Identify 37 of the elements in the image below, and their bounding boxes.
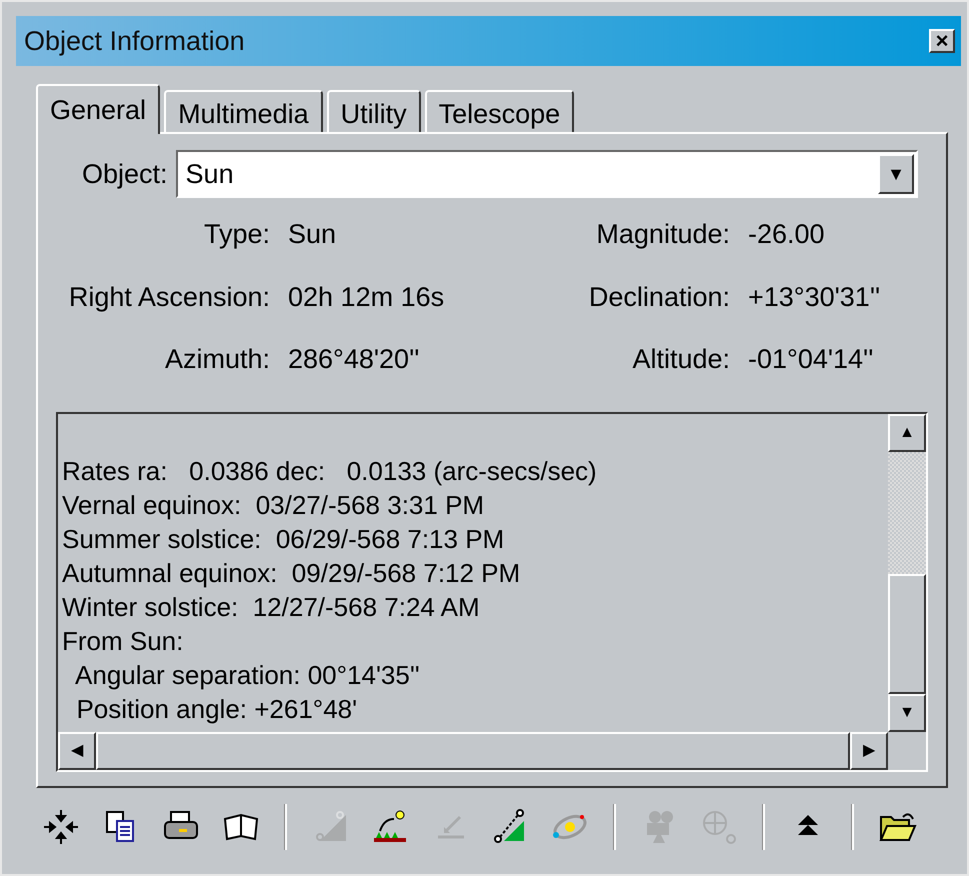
property-label: Azimuth: bbox=[164, 343, 271, 376]
property-label: Declination: bbox=[588, 280, 731, 314]
tab[interactable]: Telescope bbox=[424, 90, 574, 132]
object-label: Object: bbox=[82, 158, 168, 191]
property-value: 02h 12m 16s bbox=[288, 280, 446, 314]
property-label: Magnitude: bbox=[595, 218, 731, 251]
details-line: Vernal equinox: 03/27/-568 3:31 PM bbox=[62, 488, 486, 522]
center-icon bbox=[41, 807, 81, 847]
scroll-right-button[interactable]: ▶ bbox=[850, 732, 888, 770]
horizontal-scrollbar[interactable]: ◀ ▶ bbox=[58, 732, 888, 770]
details-line: Winter solstice: 12/27/-568 7:24 AM bbox=[62, 590, 481, 624]
tab[interactable]: General bbox=[36, 84, 160, 134]
property-label: Altitude: bbox=[631, 343, 731, 376]
object-dropdown[interactable]: Sun ▼ bbox=[176, 150, 918, 198]
property-label: Right Ascension: bbox=[68, 280, 271, 314]
tab[interactable]: Multimedia bbox=[164, 90, 323, 132]
scroll-left-button[interactable]: ◀ bbox=[58, 732, 96, 770]
property-value: Sun bbox=[288, 218, 338, 251]
scroll-up-button[interactable]: ▲ bbox=[888, 414, 926, 452]
window-title: Object Information bbox=[24, 24, 245, 58]
property-value: +13°30'31'' bbox=[748, 280, 882, 314]
details-line: Position angle: +261°48' bbox=[75, 692, 358, 726]
property-label: Type: bbox=[202, 218, 271, 251]
details-line: Autumnal equinox: 09/29/-568 7:12 PM bbox=[62, 556, 522, 590]
scroll-down-button[interactable]: ▼ bbox=[888, 694, 926, 732]
vertical-scrollbar[interactable]: ▲ ▼ bbox=[888, 414, 926, 732]
scroll-thumb[interactable] bbox=[888, 574, 926, 694]
details-line: Summer solstice: 06/29/-568 7:13 PM bbox=[62, 522, 506, 556]
dropdown-button[interactable]: ▼ bbox=[878, 154, 914, 194]
close-button[interactable]: × bbox=[929, 29, 955, 53]
details-line: From Sun: bbox=[62, 624, 184, 658]
details-line: Rates ra: 0.0386 dec: 0.0133 (arc-secs/sec) bbox=[62, 454, 598, 488]
property-value: -26.00 bbox=[748, 218, 826, 251]
property-value: -01°04'14'' bbox=[748, 343, 874, 376]
details-line: Angular separation: 00°14'35'' bbox=[74, 658, 421, 692]
property-value: 286°48'20'' bbox=[288, 343, 420, 376]
tab[interactable]: Utility bbox=[326, 90, 421, 132]
